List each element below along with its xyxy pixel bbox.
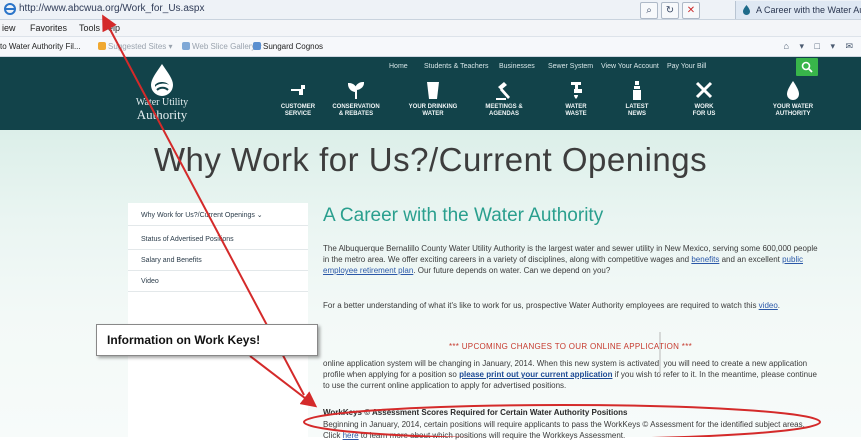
nav-meetings[interactable]: MEETINGS & AGENDAS (469, 79, 539, 118)
url-text[interactable]: http://www.abcwua.org/Work_for_Us.aspx (19, 3, 204, 14)
application-paragraph: online application system will be changi… (323, 359, 818, 390)
drop-icon (787, 81, 799, 100)
web-slice-icon (182, 42, 190, 50)
browser-tab[interactable]: A Career with the Water Aut... (735, 1, 861, 19)
nav-drinking-water[interactable]: YOUR DRINKING WATER (398, 79, 468, 118)
top-nav-home[interactable]: Home (389, 63, 408, 70)
workkeys-paragraph: Beginning in January, 2014, certain posi… (323, 420, 805, 440)
nav-your-water-authority[interactable]: YOUR WATER AUTHORITY (758, 79, 828, 118)
news-icon (633, 81, 641, 100)
nav-latest-news[interactable]: LATEST NEWS (602, 79, 672, 118)
menu-view[interactable]: iew (2, 23, 16, 33)
top-nav-students[interactable]: Students & Teachers (424, 63, 488, 70)
sidebar-item-salary[interactable]: Salary and Benefits (128, 250, 308, 271)
video-paragraph: For a better understanding of what it's … (323, 301, 781, 310)
top-nav-account[interactable]: View Your Account (601, 63, 659, 70)
annotation-callout: Information on Work Keys! (96, 324, 318, 356)
sidebar-item-status[interactable]: Status of Advertised Positions (128, 229, 308, 250)
workkeys-here-link[interactable]: here (343, 431, 359, 440)
top-nav-sewer[interactable]: Sewer System (548, 63, 593, 70)
menu-bar: iew Favorites Tools elp (0, 20, 861, 37)
sidebar: Why Work for Us?/Current Openings ⌄ Stat… (128, 203, 308, 437)
site-logo[interactable]: Water Utility Authority (122, 63, 202, 127)
application-notice-heading: *** UPCOMING CHANGES TO OUR ONLINE APPLI… (448, 342, 693, 351)
search-icon (801, 61, 813, 73)
video-link[interactable]: video (759, 301, 778, 310)
tools-icon (695, 81, 713, 99)
menu-favorites[interactable]: Favorites (30, 23, 67, 33)
sidebar-item-why-work[interactable]: Why Work for Us?/Current Openings ⌄ (128, 205, 308, 226)
browser-icon (4, 3, 16, 15)
content-heading: A Career with the Water Authority (323, 205, 604, 226)
faucet-icon (291, 85, 305, 95)
water-drop-logo-icon (151, 64, 173, 96)
workkeys-heading: WorkKeys © Assessment Scores Required fo… (323, 408, 628, 417)
page-title: Why Work for Us?/Current Openings (153, 141, 708, 178)
menu-help[interactable]: elp (108, 23, 120, 33)
glass-icon (427, 82, 439, 99)
favorites-bar: to Water Authority Fil... Suggested Site… (0, 37, 861, 57)
intro-paragraph: The Albuquerque Bernalillo County Water … (323, 244, 818, 275)
search-dropdown-icon[interactable]: ⌕ (640, 2, 658, 19)
cognos-icon (253, 42, 261, 50)
top-nav-businesses[interactable]: Businesses (499, 63, 535, 70)
suggested-sites-icon (98, 42, 106, 50)
logo-line-2: Authority (136, 107, 188, 122)
menu-tools[interactable]: Tools (79, 23, 100, 33)
benefits-link[interactable]: benefits (691, 255, 719, 264)
tab-favicon-icon (743, 5, 750, 15)
favorite-sungard-cognos[interactable]: Sungard Cognos (253, 42, 323, 51)
favorite-web-slice-gallery[interactable]: Web Slice Gallery ▾ (182, 42, 262, 51)
command-bar-icons[interactable]: ⌂ ▾ □ ▾ ✉ (784, 41, 857, 52)
favorite-suggested-sites[interactable]: Suggested Sites ▾ (98, 42, 173, 51)
nav-work-for-us[interactable]: WORK FOR US (669, 79, 739, 118)
nav-conservation[interactable]: CONSERVATION & REBATES (321, 79, 391, 118)
top-nav-pay-bill[interactable]: Pay Your Bill (667, 63, 706, 70)
sidebar-item-video[interactable]: Video (128, 271, 308, 292)
site-header: Home Students & Teachers Businesses Sewe… (0, 57, 861, 130)
nav-water-waste[interactable]: WATER WASTE (541, 79, 611, 118)
plant-icon (347, 81, 365, 99)
tab-title: A Career with the Water Aut... (756, 5, 861, 15)
tap-icon (571, 82, 582, 99)
site-search-button[interactable] (796, 58, 818, 76)
favorite-water-authority[interactable]: to Water Authority Fil... (0, 42, 81, 51)
refresh-icon[interactable]: ↻ (661, 2, 679, 19)
address-bar[interactable]: http://www.abcwua.org/Work_for_Us.aspx ⌕… (0, 0, 861, 20)
gavel-icon (496, 82, 510, 100)
print-application-link[interactable]: please print out your current applicatio… (459, 370, 612, 379)
stop-icon[interactable]: ✕ (682, 2, 700, 19)
